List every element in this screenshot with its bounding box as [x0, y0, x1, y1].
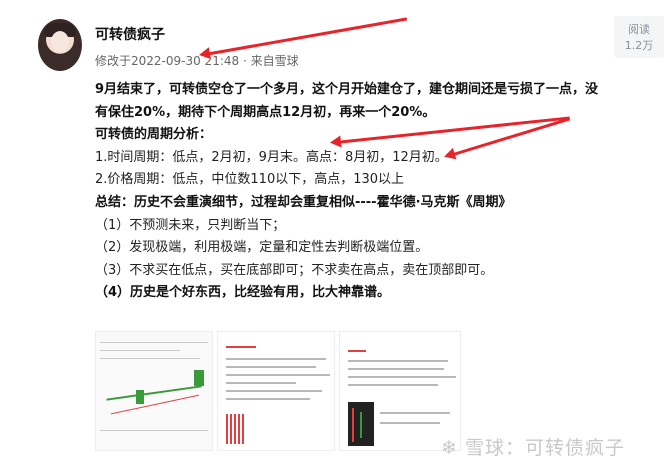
- modified-time: 修改于2022-09-30 21:48: [95, 54, 240, 68]
- post-body: 9月结束了，可转债空仓了一个多月，这个月开始建仓了，建仓期间还是亏损了一点，没 …: [95, 79, 668, 305]
- post-line-1: 9月结束了，可转债空仓了一个多月，这个月开始建仓了，建仓期间还是亏损了一点，没: [95, 82, 599, 97]
- post-line-4: 1.时间周期：低点，2月初，9月末。高点：8月初，12月初。: [95, 149, 448, 165]
- avatar-face: [51, 31, 69, 53]
- watermark-text: 雪球：可转债疯子: [464, 437, 625, 459]
- post-source: · 来自雪球: [242, 54, 299, 68]
- post-images: [95, 331, 475, 451]
- read-label: 阅读: [628, 23, 650, 36]
- snowball-logo-icon: ❄: [441, 437, 465, 459]
- red-arrow-annotation: [204, 17, 408, 56]
- post-image-2[interactable]: [217, 331, 335, 451]
- post-line-8: （2）发现极端，利用极端，定量和定性去判断极端位置。: [95, 240, 429, 256]
- post-line-10: （4）历史是个好东西，比经验有用，比大神靠谱。: [95, 285, 391, 301]
- post-meta: 修改于2022-09-30 21:48 · 来自雪球: [95, 52, 299, 69]
- post-line-5: 2.价格周期：低点，中位数110以下，高点，130以上: [95, 172, 405, 188]
- read-count: 1.2万: [624, 39, 654, 52]
- post-image-1[interactable]: [95, 331, 213, 451]
- post-line-9: （3）不求买在低点，买在底部即可；不求卖在高点，卖在顶部即可。: [95, 262, 494, 278]
- read-count-box: 阅读 1.2万: [614, 16, 664, 58]
- avatar[interactable]: [38, 19, 82, 71]
- post-line-7: （1）不预测未来，只判断当下；: [95, 217, 286, 233]
- post-line-6: 总结：历史不会重演细节，过程却会重复相似----霍华德·马克斯《周期》: [95, 194, 512, 210]
- watermark: ❄ 雪球：可转债疯子: [441, 433, 625, 460]
- post-line-2: 有保住20%，期待下个周期高点12月初，再来一个20%。: [95, 104, 436, 120]
- author-name[interactable]: 可转债疯子: [95, 24, 165, 44]
